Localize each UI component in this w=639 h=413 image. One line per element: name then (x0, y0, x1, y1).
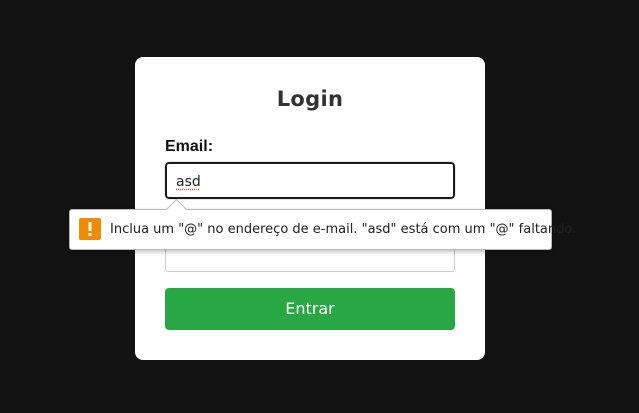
email-input-value: asd (176, 174, 201, 190)
email-label: Email: (165, 138, 214, 155)
validation-tooltip: Inclua um "@" no endereço de e-mail. "as… (69, 198, 576, 250)
submit-button[interactable]: Entrar (165, 288, 455, 330)
page-title: Login (276, 87, 344, 111)
email-input[interactable]: asd (164, 161, 456, 200)
validation-message: Inclua um "@" no endereço de e-mail. "as… (110, 222, 577, 237)
page-background: Login Email: asd Entrar Inclua um "@" no… (0, 0, 639, 413)
warning-icon (79, 218, 101, 240)
